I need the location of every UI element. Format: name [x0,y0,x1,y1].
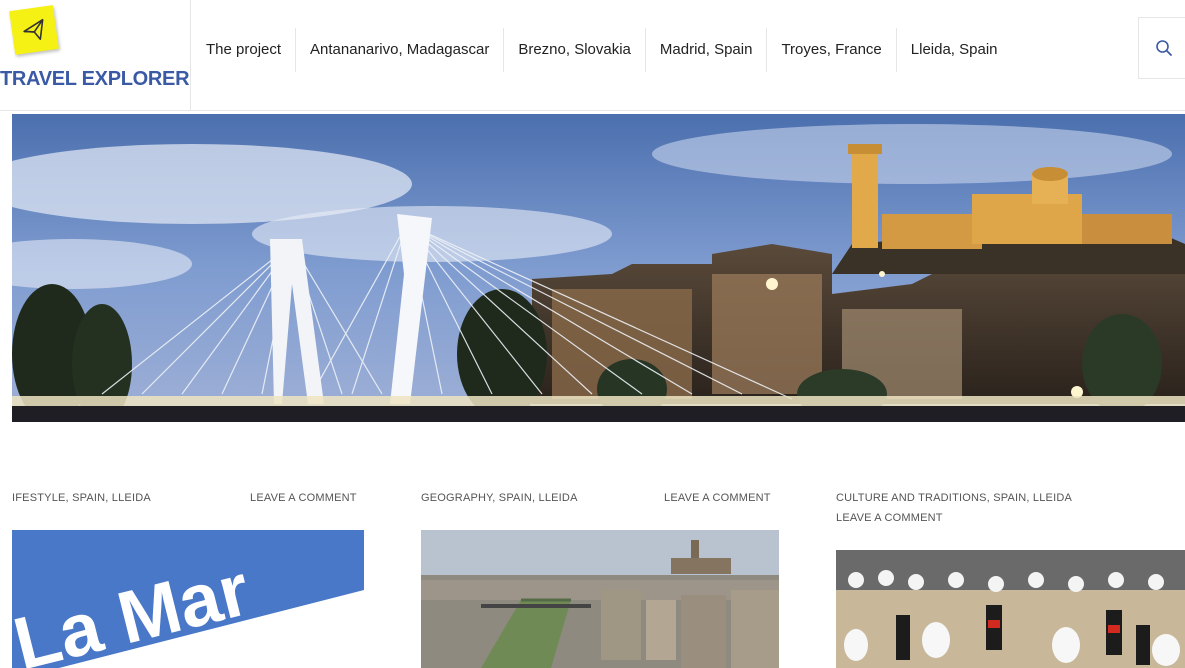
site-header: TRAVEL EXPLORER The project Antananarivo… [0,0,1185,111]
post-categories[interactable]: CULTURE AND TRADITIONS, SPAIN, LLEIDA [836,492,1072,504]
post-categories[interactable]: GEOGRAPHY, SPAIN, LLEIDA [421,492,578,504]
post-thumbnail[interactable] [421,530,779,668]
post-thumbnail[interactable] [836,550,1185,668]
nav-item-madrid[interactable]: Madrid, Spain [646,28,768,72]
main-nav: The project Antananarivo, Madagascar Bre… [192,28,1012,72]
post-categories[interactable]: IFESTYLE, SPAIN, LLEIDA [12,492,151,504]
leave-comment-link[interactable]: LEAVE A COMMENT [836,512,943,524]
search-button[interactable] [1138,17,1185,79]
leave-comment-link[interactable]: LEAVE A COMMENT [664,492,771,504]
nav-item-antananarivo[interactable]: Antananarivo, Madagascar [296,28,505,72]
search-icon [1155,40,1172,56]
site-branding[interactable]: TRAVEL EXPLORER [0,0,191,110]
airplane-icon [23,18,44,41]
site-title[interactable]: TRAVEL EXPLORER [0,68,190,91]
leave-comment-link[interactable]: LEAVE A COMMENT [250,492,357,504]
hero-image [12,114,1185,422]
nav-item-troyes[interactable]: Troyes, France [767,28,897,72]
nav-item-lleida[interactable]: Lleida, Spain [897,28,1012,72]
logo[interactable] [9,5,59,55]
nav-item-brezno[interactable]: Brezno, Slovakia [504,28,646,72]
post-thumbnail[interactable]: La Mar [12,530,364,668]
nav-item-the-project[interactable]: The project [192,28,297,72]
